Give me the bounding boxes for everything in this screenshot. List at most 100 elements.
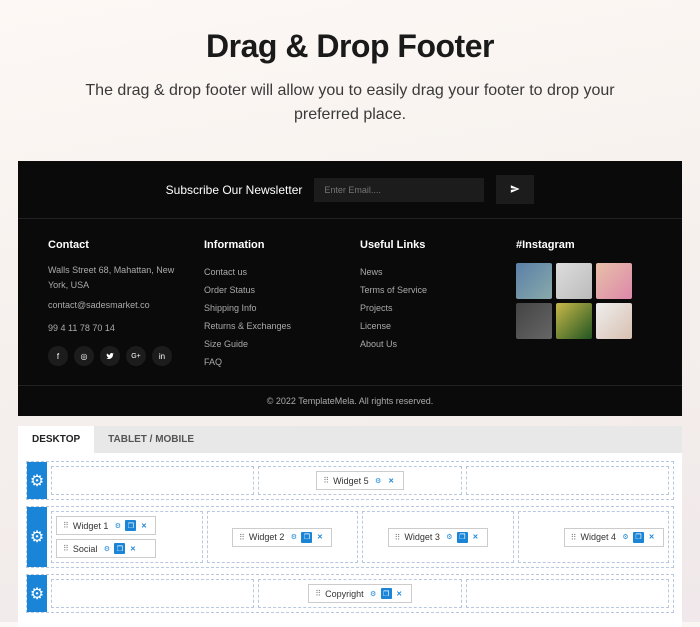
useful-link[interactable]: Terms of Service — [360, 281, 496, 299]
info-link[interactable]: Size Guide — [204, 335, 340, 353]
drag-icon: ⠿ — [315, 589, 321, 598]
widget-delete-button[interactable]: ✕ — [394, 588, 405, 599]
newsletter-submit-button[interactable] — [496, 175, 534, 204]
twitter-icon[interactable] — [100, 346, 120, 366]
send-icon — [510, 182, 520, 197]
contact-email: contact@sadesmarket.co — [48, 298, 184, 313]
widget-duplicate-button[interactable]: ❐ — [633, 532, 644, 543]
footer-builder: DESKTOP TABLET / MOBILE ⚙ ⠿ Widget 5 ⚙ ✕ — [18, 426, 682, 627]
widget-label: Widget 5 — [333, 476, 369, 486]
instagram-thumbnail[interactable] — [516, 263, 552, 299]
builder-cell[interactable]: ⠿ Widget 2 ⚙ ❐ ✕ — [207, 511, 359, 563]
widget-block[interactable]: ⠿ Widget 1 ⚙ ❐ ✕ — [56, 516, 156, 535]
useful-link[interactable]: License — [360, 317, 496, 335]
builder-cell[interactable]: ⠿ Copyright ⚙ ❐ ✕ — [258, 579, 461, 608]
instagram-thumbnail[interactable] — [556, 263, 592, 299]
widget-settings-button[interactable]: ⚙ — [101, 543, 112, 554]
footer-col-instagram: #Instagram — [516, 239, 652, 371]
drag-icon: ⠿ — [395, 533, 401, 542]
facebook-icon[interactable]: f — [48, 346, 68, 366]
widget-label: Widget 4 — [580, 532, 616, 542]
instagram-icon[interactable]: ◎ — [74, 346, 94, 366]
widget-settings-button[interactable]: ⚙ — [373, 475, 384, 486]
info-link[interactable]: Shipping Info — [204, 299, 340, 317]
useful-title: Useful Links — [360, 239, 496, 251]
linkedin-icon[interactable]: in — [152, 346, 172, 366]
drag-icon: ⠿ — [63, 544, 69, 553]
widget-settings-button[interactable]: ⚙ — [288, 532, 299, 543]
row-settings-button[interactable]: ⚙ — [27, 507, 47, 567]
drag-icon: ⠿ — [323, 476, 329, 485]
information-title: Information — [204, 239, 340, 251]
widget-delete-button[interactable]: ✕ — [470, 532, 481, 543]
widget-block[interactable]: ⠿ Social ⚙ ❐ ✕ — [56, 539, 156, 558]
widget-label: Widget 1 — [73, 521, 109, 531]
drag-icon: ⠿ — [63, 521, 69, 530]
footer-col-information: Information Contact us Order Status Ship… — [204, 239, 340, 371]
row-settings-button[interactable]: ⚙ — [27, 462, 47, 499]
googleplus-icon[interactable]: G+ — [126, 346, 146, 366]
builder-cell[interactable]: ⠿ Widget 3 ⚙ ❐ ✕ — [362, 511, 514, 563]
widget-delete-button[interactable]: ✕ — [314, 532, 325, 543]
page-subtitle: The drag & drop footer will allow you to… — [80, 79, 620, 127]
builder-cell[interactable] — [51, 466, 254, 495]
builder-cell[interactable] — [466, 579, 669, 608]
widget-block[interactable]: ⠿ Widget 2 ⚙ ❐ ✕ — [232, 528, 332, 547]
copyright-text: © 2022 TemplateMela. All rights reserved… — [18, 385, 682, 416]
tab-tablet-mobile[interactable]: TABLET / MOBILE — [94, 426, 208, 453]
widget-block[interactable]: ⠿ Widget 4 ⚙ ❐ ✕ — [564, 528, 664, 547]
drag-icon: ⠿ — [239, 533, 245, 542]
widget-delete-button[interactable]: ✕ — [127, 543, 138, 554]
widget-duplicate-button[interactable]: ❐ — [301, 532, 312, 543]
widget-block[interactable]: ⠿ Copyright ⚙ ❐ ✕ — [308, 584, 411, 603]
widget-label: Widget 3 — [404, 532, 440, 542]
widget-duplicate-button[interactable]: ❐ — [114, 543, 125, 554]
widget-label: Social — [73, 544, 98, 554]
builder-cell[interactable] — [466, 466, 669, 495]
tab-desktop[interactable]: DESKTOP — [18, 426, 94, 453]
widget-settings-button[interactable]: ⚙ — [444, 532, 455, 543]
widget-delete-button[interactable]: ✕ — [138, 520, 149, 531]
useful-link[interactable]: About Us — [360, 335, 496, 353]
contact-address: Walls Street 68, Mahattan, New York, USA — [48, 263, 184, 294]
widget-block[interactable]: ⠿ Widget 5 ⚙ ✕ — [316, 471, 403, 490]
contact-title: Contact — [48, 239, 184, 251]
builder-cell[interactable]: ⠿ Widget 1 ⚙ ❐ ✕ ⠿ Social — [51, 511, 203, 563]
builder-row: ⚙ ⠿ Widget 1 ⚙ ❐ ✕ — [26, 506, 674, 568]
widget-delete-button[interactable]: ✕ — [646, 532, 657, 543]
builder-cell[interactable]: ⠿ Widget 5 ⚙ ✕ — [258, 466, 461, 495]
widget-settings-button[interactable]: ⚙ — [112, 520, 123, 531]
row-settings-button[interactable]: ⚙ — [27, 575, 47, 612]
useful-link[interactable]: Projects — [360, 299, 496, 317]
instagram-thumbnail[interactable] — [596, 263, 632, 299]
widget-settings-button[interactable]: ⚙ — [620, 532, 631, 543]
contact-phone: 99 4 11 78 70 14 — [48, 321, 184, 336]
widget-settings-button[interactable]: ⚙ — [368, 588, 379, 599]
builder-cell[interactable]: ⠿ Widget 4 ⚙ ❐ ✕ — [518, 511, 670, 563]
widget-delete-button[interactable]: ✕ — [386, 475, 397, 486]
info-link[interactable]: Returns & Exchanges — [204, 317, 340, 335]
footer-preview: Subscribe Our Newsletter Contact Walls S… — [18, 161, 682, 416]
gear-icon: ⚙ — [30, 527, 44, 547]
instagram-thumbnail[interactable] — [516, 303, 552, 339]
info-link[interactable]: Contact us — [204, 263, 340, 281]
widget-duplicate-button[interactable]: ❐ — [381, 588, 392, 599]
widget-block[interactable]: ⠿ Widget 3 ⚙ ❐ ✕ — [388, 528, 488, 547]
builder-row: ⚙ ⠿ Widget 5 ⚙ ✕ — [26, 461, 674, 500]
newsletter-label: Subscribe Our Newsletter — [166, 183, 303, 197]
useful-link[interactable]: News — [360, 263, 496, 281]
info-link[interactable]: FAQ — [204, 353, 340, 371]
drag-icon: ⠿ — [571, 533, 577, 542]
instagram-thumbnail[interactable] — [556, 303, 592, 339]
widget-duplicate-button[interactable]: ❐ — [457, 532, 468, 543]
widget-label: Widget 2 — [249, 532, 285, 542]
info-link[interactable]: Order Status — [204, 281, 340, 299]
widget-label: Copyright — [325, 589, 364, 599]
instagram-thumbnail[interactable] — [596, 303, 632, 339]
builder-cell[interactable] — [51, 579, 254, 608]
newsletter-email-input[interactable] — [314, 178, 484, 202]
widget-duplicate-button[interactable]: ❐ — [125, 520, 136, 531]
instagram-title: #Instagram — [516, 239, 652, 251]
builder-row: ⚙ ⠿ Copyright ⚙ ❐ ✕ — [26, 574, 674, 613]
gear-icon: ⚙ — [30, 584, 44, 604]
